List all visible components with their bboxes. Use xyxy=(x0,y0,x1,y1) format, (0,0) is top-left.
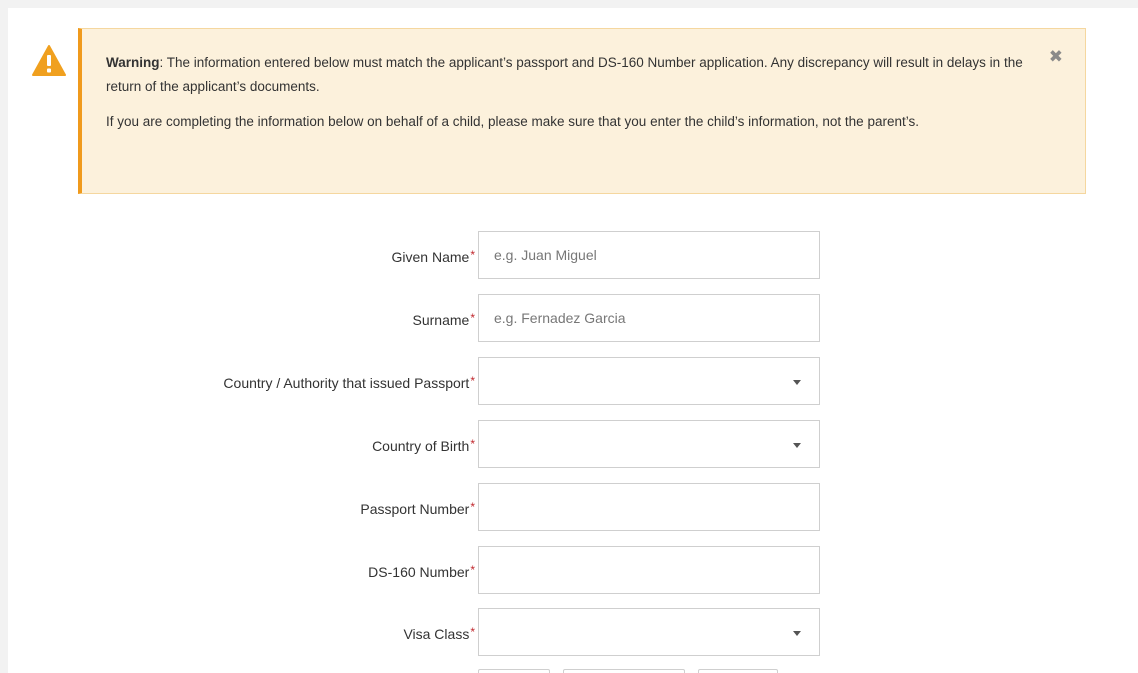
visa-class-label: Visa Class* xyxy=(403,625,475,642)
page-content: Warning: The information entered below m… xyxy=(8,8,1138,673)
required-marker: * xyxy=(470,563,475,577)
visa-class-row: Visa Class* xyxy=(8,608,1138,656)
warning-text: : The information entered below must mat… xyxy=(106,55,1023,94)
birth-country-row: Country of Birth* xyxy=(8,420,1138,468)
required-marker: * xyxy=(470,311,475,325)
birth-country-label: Country of Birth* xyxy=(372,437,475,454)
given-name-row: Given Name* xyxy=(8,231,1138,279)
ds160-number-label: DS-160 Number* xyxy=(368,563,475,580)
birth-country-select[interactable] xyxy=(478,420,820,468)
ds160-number-input[interactable] xyxy=(478,546,820,594)
passport-number-input[interactable] xyxy=(478,483,820,531)
passport-country-label: Country / Authority that issued Passport… xyxy=(223,374,475,391)
ds160-number-row: DS-160 Number* xyxy=(8,546,1138,594)
chevron-down-icon xyxy=(793,380,801,385)
close-icon[interactable]: ✖ xyxy=(1049,47,1063,67)
required-marker: * xyxy=(470,625,475,639)
date-part-select[interactable] xyxy=(478,669,550,673)
passport-number-row: Passport Number* xyxy=(8,483,1138,531)
chevron-down-icon xyxy=(793,631,801,636)
required-marker: * xyxy=(470,374,475,388)
child-notice: If you are completing the information be… xyxy=(106,114,919,129)
passport-number-label: Passport Number* xyxy=(360,500,475,517)
warning-message: Warning: The information entered below m… xyxy=(106,51,1025,99)
given-name-input[interactable] xyxy=(478,231,820,279)
surname-label: Surname* xyxy=(412,311,475,328)
date-part-select[interactable] xyxy=(563,669,685,673)
warning-label: Warning xyxy=(106,55,160,70)
required-marker: * xyxy=(470,500,475,514)
given-name-label: Given Name* xyxy=(391,248,475,265)
date-part-select[interactable] xyxy=(698,669,778,673)
chevron-down-icon xyxy=(793,443,801,448)
surname-input[interactable] xyxy=(478,294,820,342)
required-marker: * xyxy=(470,437,475,451)
required-marker: * xyxy=(470,248,475,262)
visa-class-select[interactable] xyxy=(478,608,820,656)
warning-triangle-icon xyxy=(32,45,66,76)
surname-row: Surname* xyxy=(8,294,1138,342)
passport-country-select[interactable] xyxy=(478,357,820,405)
warning-alert: Warning: The information entered below m… xyxy=(78,28,1086,194)
passport-country-row: Country / Authority that issued Passport… xyxy=(8,357,1138,405)
